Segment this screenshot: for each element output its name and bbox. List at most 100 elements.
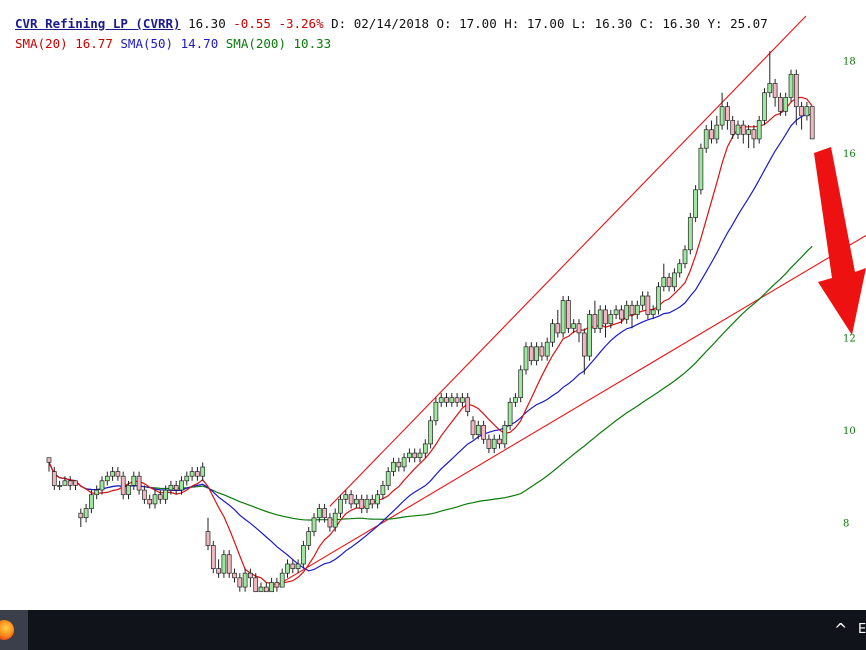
- candle-body: [407, 452, 412, 459]
- candle-body: [142, 489, 147, 500]
- date-readout: D: 02/14/2018: [331, 16, 429, 31]
- candle-body: [513, 397, 518, 403]
- candle-body: [762, 92, 767, 121]
- price-chart[interactable]: 8 10 12 16 18 CVR Refining LP (CVRR) 16.30 -…: [0, 0, 866, 610]
- candle-body: [735, 124, 741, 135]
- candle-body: [322, 508, 327, 519]
- sma20-value: 16.77: [75, 36, 113, 51]
- candle-body: [157, 494, 163, 500]
- candle-body: [253, 577, 259, 593]
- candle-body: [364, 498, 370, 509]
- candle-body: [518, 369, 524, 398]
- candle-body: [290, 563, 296, 569]
- candle-body: [104, 475, 110, 482]
- candle-body: [163, 489, 168, 500]
- candle-body: [624, 304, 630, 320]
- last-price: 16.30: [188, 16, 226, 31]
- candle-body: [608, 314, 614, 325]
- candle-body: [634, 304, 640, 315]
- candle-body: [719, 106, 725, 126]
- candle-body: [740, 124, 746, 135]
- candle-body: [539, 346, 545, 357]
- candle-body: [528, 346, 534, 362]
- candle-body: [380, 485, 386, 495]
- candle-body: [184, 475, 190, 482]
- candle-body: [83, 508, 89, 519]
- candle-body: [460, 397, 465, 403]
- candle-body: [799, 106, 804, 117]
- sma20-label: SMA(20): [15, 36, 68, 51]
- candle-body: [433, 401, 439, 422]
- candle-body: [767, 83, 773, 94]
- candle-body: [179, 480, 184, 491]
- candle-body: [603, 309, 608, 325]
- candle-body: [221, 554, 227, 574]
- candle-body: [216, 568, 221, 574]
- candle-body: [301, 545, 306, 565]
- candle-body: [285, 563, 290, 574]
- candle-body: [46, 457, 52, 463]
- candle-body: [698, 147, 704, 191]
- candle-body: [725, 106, 730, 121]
- candle-body: [115, 471, 121, 477]
- candle-body: [396, 461, 402, 468]
- candle-body: [682, 249, 688, 265]
- candle-body: [311, 517, 317, 533]
- candle-body: [497, 438, 502, 445]
- upper-trendline: [329, 15, 807, 507]
- low-readout: L: 16.30: [572, 16, 633, 31]
- candle-body: [714, 124, 720, 140]
- tray-language-indicator[interactable]: E: [858, 621, 866, 639]
- ticker-name[interactable]: CVR Refining LP (CVRR): [15, 16, 181, 31]
- y-tick-label: 10: [843, 426, 856, 437]
- candle-body: [566, 300, 571, 329]
- candle-body: [730, 120, 736, 135]
- candle-body: [62, 480, 68, 486]
- taskbar-app-button[interactable]: [0, 610, 28, 650]
- sma50-label: SMA(50): [120, 36, 174, 51]
- candle-body: [693, 189, 698, 218]
- candle-body: [274, 582, 280, 588]
- candle-body: [619, 309, 624, 320]
- candle-body: [550, 323, 555, 343]
- candle-body: [67, 480, 73, 486]
- candle-body: [534, 346, 539, 362]
- candle-body: [656, 286, 661, 311]
- candle-body: [449, 397, 455, 403]
- candle-body: [571, 323, 577, 329]
- tray-chevron-icon[interactable]: ^: [834, 620, 847, 640]
- candle-body: [677, 263, 683, 274]
- candle-body: [592, 314, 598, 329]
- y-tick-label: 18: [843, 56, 856, 67]
- candle-body: [576, 323, 582, 334]
- y-tick-label: 8: [843, 518, 849, 529]
- candle-body: [438, 397, 444, 403]
- candle-body: [412, 452, 418, 459]
- candle-body: [661, 277, 667, 288]
- taskbar: ^ E: [0, 610, 866, 650]
- candlesticks: [46, 51, 815, 593]
- candle-body: [316, 508, 322, 519]
- candle-body: [189, 471, 195, 477]
- candle-body: [131, 475, 137, 486]
- candle-body: [475, 425, 481, 435]
- candle-body: [645, 295, 651, 315]
- percent-change: -3.26%: [278, 16, 324, 31]
- candle-body: [258, 586, 264, 593]
- candle-body: [152, 494, 158, 505]
- chart-canvas: 8 10 12 16 18: [46, 15, 866, 593]
- candle-body: [94, 489, 100, 496]
- candle-body: [232, 572, 237, 579]
- candle-body: [195, 471, 200, 477]
- moving-averages: [48, 96, 813, 586]
- candle-body: [544, 341, 550, 357]
- candle-body: [751, 129, 757, 140]
- candle-body: [687, 217, 693, 251]
- candle-body: [597, 309, 603, 329]
- y-tick-label: 16: [843, 149, 856, 160]
- candle-body: [348, 494, 354, 505]
- candle-body: [640, 295, 645, 306]
- candle-body: [306, 531, 312, 546]
- candle-body: [746, 129, 751, 135]
- down-arrow-annotation: [814, 147, 866, 335]
